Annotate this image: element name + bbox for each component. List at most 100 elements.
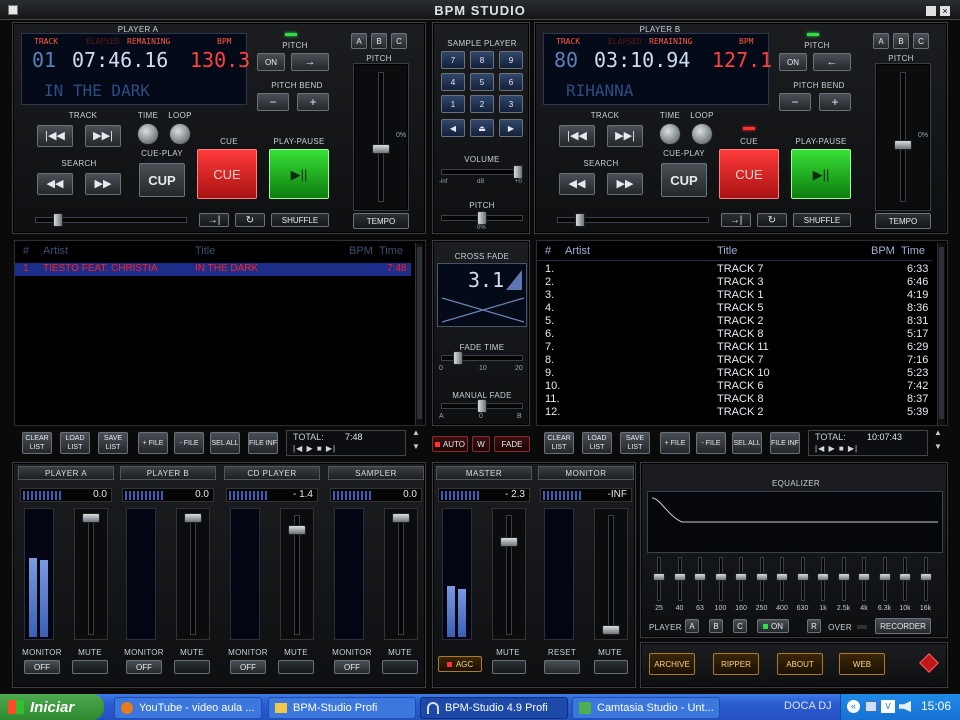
scroll-thumb[interactable] bbox=[417, 247, 422, 419]
next-track-button[interactable]: ▶▶| bbox=[85, 125, 121, 147]
monitor-fader-knob[interactable] bbox=[602, 625, 620, 635]
sample-next-button[interactable]: ▶ bbox=[499, 119, 523, 137]
scroll-down-icon[interactable]: ▼ bbox=[934, 442, 942, 451]
tempo-button[interactable]: TEMPO bbox=[875, 213, 931, 229]
sample-key-6[interactable]: 6 bbox=[499, 73, 523, 91]
mute-button[interactable] bbox=[72, 660, 108, 674]
fade-button[interactable]: FADE bbox=[494, 436, 530, 452]
prev-track-button[interactable]: |◀◀ bbox=[37, 125, 73, 147]
monitor-off-button[interactable]: OFF bbox=[24, 660, 60, 674]
volume-icon[interactable] bbox=[899, 701, 911, 712]
header-bpm[interactable]: BPM bbox=[349, 245, 373, 257]
transport-icons[interactable]: |◀ ▶ ■ ▶| bbox=[293, 444, 336, 453]
table-row[interactable]: 2. TRACK 3 6:46 bbox=[537, 276, 933, 289]
eq-player-c-button[interactable]: C bbox=[733, 619, 747, 633]
bank-c-button[interactable]: C bbox=[391, 33, 407, 49]
channel-fader-track[interactable] bbox=[190, 515, 196, 635]
channel-fader-knob[interactable] bbox=[82, 513, 100, 523]
play-pause-button[interactable]: ▶|| bbox=[791, 149, 851, 199]
load-list-button[interactable]: LOAD LIST bbox=[60, 432, 90, 454]
back-arrow-icon[interactable]: « bbox=[847, 700, 860, 713]
search-back-button[interactable]: ◀◀ bbox=[37, 173, 73, 195]
manual-fade-knob[interactable] bbox=[477, 399, 487, 413]
master-fader-knob[interactable] bbox=[500, 537, 518, 547]
eq-band-knob[interactable] bbox=[899, 573, 911, 581]
taskbar-item-youtube[interactable]: YouTube - video aula ... bbox=[114, 697, 262, 719]
search-forward-button[interactable]: ▶▶ bbox=[85, 173, 121, 195]
sample-key-4[interactable]: 4 bbox=[441, 73, 465, 91]
close-icon[interactable]: × bbox=[940, 6, 950, 16]
cue-button[interactable]: CUE bbox=[719, 149, 779, 199]
start-button[interactable]: Iniciar bbox=[0, 694, 104, 720]
w-button[interactable]: W bbox=[472, 436, 490, 452]
file-inf-button[interactable]: FILE INF bbox=[770, 432, 800, 454]
bank-b-button[interactable]: B bbox=[893, 33, 909, 49]
about-button[interactable]: ABOUT bbox=[777, 653, 823, 675]
cup-button[interactable]: CUP bbox=[661, 163, 707, 197]
eq-band-knob[interactable] bbox=[837, 573, 850, 581]
table-row[interactable]: 1 TIESTO FEAT. CHRISTIA IN THE DARK 7:48 bbox=[15, 263, 411, 276]
table-row[interactable]: 6. TRACK 8 5:17 bbox=[537, 328, 933, 341]
header-artist[interactable]: Artist bbox=[43, 245, 68, 257]
header-title[interactable]: Title bbox=[195, 245, 215, 257]
position-slider-knob[interactable] bbox=[575, 213, 585, 227]
channel-fader-track[interactable] bbox=[398, 515, 404, 635]
table-row[interactable]: 1. TRACK 7 6:33 bbox=[537, 263, 933, 276]
pitch-direction-button[interactable]: ← bbox=[813, 53, 851, 71]
channel-fader-knob[interactable] bbox=[184, 513, 202, 523]
pitch-bend-minus-button[interactable]: − bbox=[257, 93, 289, 111]
mute-button[interactable] bbox=[174, 660, 210, 674]
agc-button[interactable]: AGC bbox=[438, 656, 482, 672]
file-button[interactable]: + FILE bbox=[660, 432, 690, 454]
header-title[interactable]: Title bbox=[717, 245, 737, 257]
bank-c-button[interactable]: C bbox=[913, 33, 929, 49]
loop-knob[interactable] bbox=[169, 123, 191, 145]
time-knob[interactable] bbox=[137, 123, 159, 145]
clear-list-button[interactable]: CLEAR LIST bbox=[544, 432, 574, 454]
sample-key-5[interactable]: 5 bbox=[470, 73, 494, 91]
repeat-button[interactable]: ↻ bbox=[235, 213, 265, 227]
transport-icons[interactable]: |◀ ▶ ■ ▶| bbox=[815, 444, 858, 453]
pitch-fader-knob[interactable] bbox=[894, 140, 912, 150]
pitch-on-button[interactable]: ON bbox=[779, 53, 807, 71]
save-list-button[interactable]: SAVE LIST bbox=[620, 432, 650, 454]
pitch-bend-plus-button[interactable]: + bbox=[819, 93, 851, 111]
time-knob[interactable] bbox=[659, 123, 681, 145]
mute-button[interactable] bbox=[382, 660, 418, 674]
recorder-button[interactable]: RECORDER bbox=[875, 618, 931, 634]
position-slider-knob[interactable] bbox=[53, 213, 63, 227]
table-row[interactable]: 3. TRACK 1 4:19 bbox=[537, 289, 933, 302]
eq-player-a-button[interactable]: A bbox=[685, 619, 699, 633]
file-button[interactable]: + FILE bbox=[138, 432, 168, 454]
header-time[interactable]: Time bbox=[901, 245, 925, 257]
cup-button[interactable]: CUP bbox=[139, 163, 185, 197]
save-list-button[interactable]: SAVE LIST bbox=[98, 432, 128, 454]
sel-all-button[interactable]: SEL ALL bbox=[732, 432, 762, 454]
scroll-down-icon[interactable]: ▼ bbox=[412, 442, 420, 451]
pitch-bend-plus-button[interactable]: + bbox=[297, 93, 329, 111]
eq-player-b-button[interactable]: B bbox=[709, 619, 723, 633]
eq-band-knob[interactable] bbox=[653, 573, 665, 581]
loop-knob[interactable] bbox=[691, 123, 713, 145]
reset-button[interactable] bbox=[544, 660, 580, 674]
eq-band-knob[interactable] bbox=[694, 573, 706, 581]
shuffle-button[interactable]: SHUFFLE bbox=[271, 213, 329, 227]
scroll-up-icon[interactable]: ▲ bbox=[934, 428, 942, 437]
playlist-scrollbar[interactable] bbox=[415, 243, 423, 425]
sample-key-9[interactable]: 9 bbox=[499, 51, 523, 69]
eq-band-knob[interactable] bbox=[878, 573, 891, 581]
eq-on-button[interactable]: ON bbox=[757, 619, 789, 633]
repeat-button[interactable]: ↻ bbox=[757, 213, 787, 227]
sample-key-2[interactable]: 2 bbox=[470, 95, 494, 113]
channel-fader-knob[interactable] bbox=[288, 525, 306, 535]
monitor-off-button[interactable]: OFF bbox=[230, 660, 266, 674]
sample-volume-knob[interactable] bbox=[513, 165, 523, 179]
auto-button[interactable]: AUTO bbox=[432, 436, 468, 452]
pitch-fader-knob[interactable] bbox=[372, 144, 390, 154]
table-row[interactable]: 5. TRACK 2 8:31 bbox=[537, 315, 933, 328]
loop-in-button[interactable]: →| bbox=[721, 213, 751, 227]
file-button[interactable]: - FILE bbox=[174, 432, 204, 454]
sample-key-7[interactable]: 7 bbox=[441, 51, 465, 69]
bank-b-button[interactable]: B bbox=[371, 33, 387, 49]
network-icon[interactable] bbox=[865, 701, 877, 712]
